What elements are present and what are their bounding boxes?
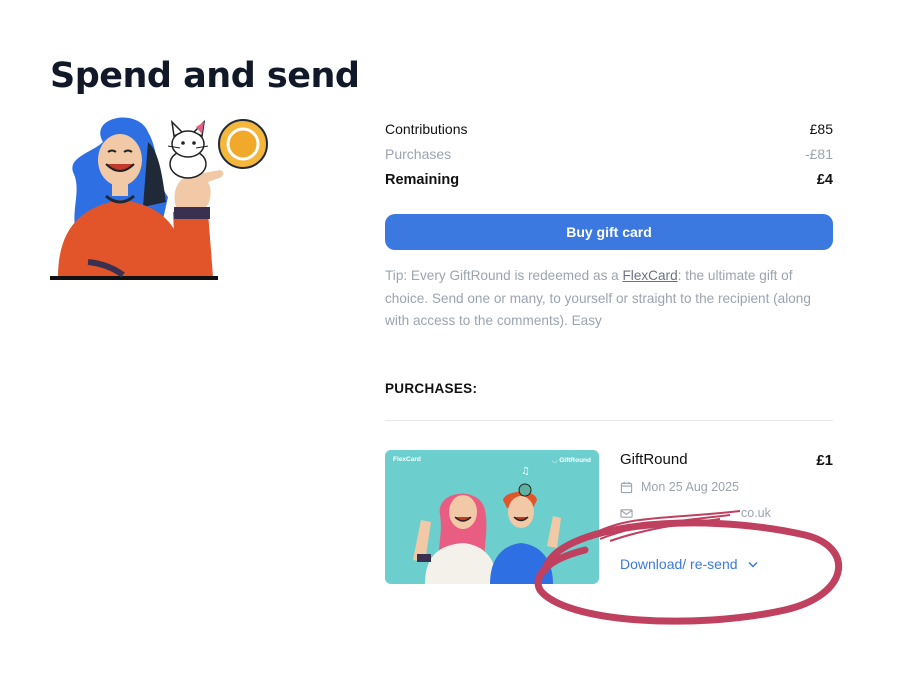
download-resend-button[interactable]: Download/ re-send (620, 556, 758, 572)
purchase-price: £1 (816, 452, 833, 469)
purchases-row: Purchases -£81 (385, 142, 833, 168)
chevron-down-icon (747, 561, 758, 568)
tip-text: Tip: Every GiftRound is redeemed as a Fl… (385, 265, 833, 333)
calendar-icon (620, 481, 633, 493)
remaining-label: Remaining (385, 171, 460, 188)
card-illustration: ♫ (413, 466, 561, 584)
flexcard-link[interactable]: FlexCard (623, 268, 678, 283)
flexcard-thumbnail: FlexCard ◡ GiftRound ♫ (385, 450, 599, 584)
balance-summary: Contributions £85 Purchases -£81 Remaini… (385, 116, 833, 193)
download-resend-label: Download/ re-send (620, 556, 738, 572)
purchase-date: Mon 25 Aug 2025 (641, 480, 739, 494)
contributions-row: Contributions £85 (385, 116, 833, 142)
contributions-label: Contributions (385, 120, 468, 137)
purchase-date-row: Mon 25 Aug 2025 (620, 480, 739, 494)
purchases-heading: PURCHASES: (385, 381, 478, 396)
remaining-row: Remaining £4 (385, 167, 833, 193)
purchase-name: GiftRound (620, 451, 688, 468)
buy-gift-card-button[interactable]: Buy gift card (385, 214, 833, 250)
tip-prefix: Tip: Every GiftRound is redeemed as a (385, 268, 623, 283)
divider (385, 420, 833, 421)
purchases-label: Purchases (385, 146, 452, 163)
svg-text:♫: ♫ (521, 466, 530, 477)
hero-illustration (50, 117, 268, 280)
redaction-scribble (594, 510, 741, 542)
purchases-value: -£81 (804, 146, 833, 163)
remaining-value: £4 (816, 171, 833, 188)
contributions-value: £85 (809, 120, 833, 137)
page-title: Spend and send (50, 56, 360, 96)
